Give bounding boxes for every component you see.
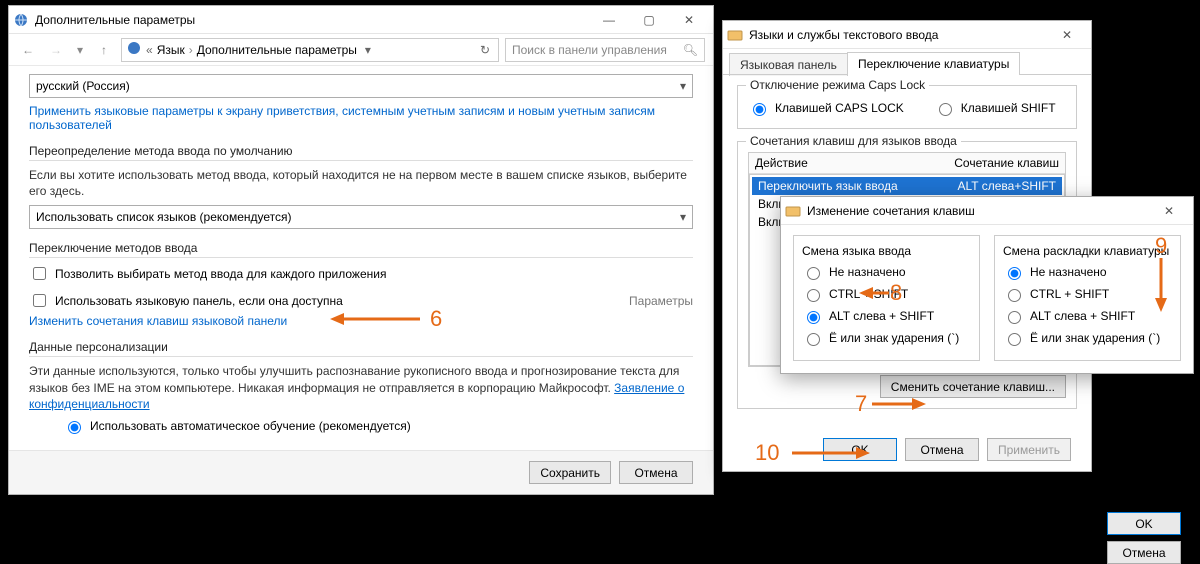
section-override-default: Переопределение метода ввода по умолчани… bbox=[29, 144, 693, 161]
window-title: Изменение сочетания клавиш bbox=[807, 204, 1149, 218]
radio-layout-ctrl-shift[interactable]: CTRL + SHIFT bbox=[1003, 286, 1172, 302]
radio-auto-input[interactable] bbox=[68, 421, 81, 434]
up-button[interactable]: ↑ bbox=[93, 39, 115, 61]
arrow-10 bbox=[792, 444, 872, 465]
group-capslock-legend: Отключение режима Caps Lock bbox=[746, 78, 929, 92]
language-combo[interactable]: русский (Россия) bbox=[29, 74, 693, 98]
radio-lang-accent[interactable]: Ё или знак ударения (`) bbox=[802, 330, 971, 346]
radio-caps-capslock[interactable]: Клавишей CAPS LOCK bbox=[748, 100, 904, 116]
keyboard-icon bbox=[785, 203, 801, 219]
params-link[interactable]: Параметры bbox=[629, 294, 693, 308]
cancel-button[interactable]: Отмена bbox=[619, 461, 693, 484]
checkbox-langbar-input[interactable] bbox=[33, 294, 46, 307]
arrow-7 bbox=[872, 395, 927, 416]
annotation-6: 6 bbox=[430, 306, 442, 332]
tabstrip: Языковая панель Переключение клавиатуры bbox=[723, 49, 1091, 75]
apply-to-welcome-link[interactable]: Применить языковые параметры к экрану пр… bbox=[29, 104, 693, 132]
annotation-8: 8 bbox=[890, 280, 902, 306]
row-action: Переключить язык ввода bbox=[758, 179, 898, 193]
language-icon-small bbox=[126, 40, 142, 59]
arrow-9 bbox=[1152, 258, 1170, 316]
section-switch-methods: Переключение методов ввода bbox=[29, 241, 693, 258]
radio-caps-shift[interactable]: Клавишей SHIFT bbox=[934, 100, 1056, 116]
radio-caps-capslock-input[interactable] bbox=[753, 103, 766, 116]
breadcrumb[interactable]: « Язык Дополнительные параметры ▾ ↻ bbox=[121, 38, 499, 62]
cancel-button-popup[interactable]: Отмена bbox=[1107, 541, 1181, 564]
minimize-button[interactable]: — bbox=[589, 8, 629, 32]
titlebar-advanced: Дополнительные параметры — ▢ ✕ bbox=[9, 6, 713, 34]
radio-lang-alt-shift[interactable]: ALT слева + SHIFT bbox=[802, 308, 971, 324]
keyboard-icon bbox=[727, 27, 743, 43]
radio-lang-none[interactable]: Не назначено bbox=[802, 264, 971, 280]
checkbox-per-app[interactable]: Позволить выбирать метод ввода для каждо… bbox=[29, 264, 693, 283]
radio-caps-capslock-label: Клавишей CAPS LOCK bbox=[775, 101, 904, 115]
checkbox-langbar-label: Использовать языковую панель, если она д… bbox=[55, 294, 343, 308]
close-button[interactable]: ✕ bbox=[669, 8, 709, 32]
crumb-language[interactable]: Язык bbox=[157, 43, 185, 57]
radio-auto-learning[interactable]: Использовать автоматическое обучение (ре… bbox=[63, 418, 693, 434]
titlebar-change-combo: Изменение сочетания клавиш ✕ bbox=[781, 197, 1193, 225]
section-personalization: Данные персонализации bbox=[29, 340, 693, 357]
language-icon bbox=[13, 12, 29, 28]
back-button[interactable]: ← bbox=[17, 39, 39, 61]
caption-buttons: — ▢ ✕ bbox=[589, 8, 709, 32]
maximize-button[interactable]: ▢ bbox=[629, 8, 669, 32]
recent-menu[interactable]: ▾ bbox=[73, 39, 87, 61]
checkbox-per-app-label: Позволить выбирать метод ввода для каждо… bbox=[55, 267, 386, 281]
group-capslock: Отключение режима Caps Lock Клавишей CAP… bbox=[737, 85, 1077, 129]
tab-keyboard-switch[interactable]: Переключение клавиатуры bbox=[847, 52, 1020, 75]
window-title: Языки и службы текстового ввода bbox=[749, 28, 1047, 42]
override-combo[interactable]: Использовать список языков (рекомендуетс… bbox=[29, 205, 693, 229]
chevron-right-icon bbox=[189, 43, 193, 57]
close-button[interactable]: ✕ bbox=[1149, 199, 1189, 223]
override-combo-value: Использовать список языков (рекомендуетс… bbox=[36, 210, 292, 224]
personalization-description: Эти данные используются, только чтобы ул… bbox=[29, 363, 693, 412]
group-hotkeys-legend: Сочетания клавиш для языков ввода bbox=[746, 134, 961, 148]
override-description: Если вы хотите использовать метод ввода,… bbox=[29, 167, 693, 199]
apply-button[interactable]: Применить bbox=[987, 438, 1071, 461]
radio-caps-shift-label: Клавишей SHIFT bbox=[961, 101, 1056, 115]
radio-caps-shift-input[interactable] bbox=[939, 103, 952, 116]
annotation-9: 9 bbox=[1155, 233, 1167, 259]
crumb-advanced[interactable]: Дополнительные параметры bbox=[197, 43, 357, 57]
window-title: Дополнительные параметры bbox=[35, 13, 589, 27]
radio-layout-alt-shift[interactable]: ALT слева + SHIFT bbox=[1003, 308, 1172, 324]
language-combo-value: русский (Россия) bbox=[36, 79, 130, 93]
radio-auto-label: Использовать автоматическое обучение (ре… bbox=[90, 419, 411, 433]
table-row[interactable]: Переключить язык ввода ALT слева+SHIFT bbox=[752, 177, 1062, 195]
tab-language-bar[interactable]: Языковая панель bbox=[729, 53, 848, 76]
ok-button-popup[interactable]: OK bbox=[1107, 512, 1181, 535]
arrow-8 bbox=[859, 284, 891, 305]
row-keys: ALT слева+SHIFT bbox=[958, 179, 1057, 193]
checkbox-langbar[interactable]: Использовать языковую панель, если она д… bbox=[29, 291, 343, 310]
navbar: ← → ▾ ↑ « Язык Дополнительные параметры … bbox=[9, 34, 713, 66]
refresh-button[interactable]: ↻ bbox=[476, 43, 494, 57]
crumb-prefix: « bbox=[146, 43, 153, 57]
col-keys: Сочетание клавиш bbox=[948, 153, 1065, 173]
annotation-7: 7 bbox=[855, 391, 867, 417]
radio-layout-none[interactable]: Не назначено bbox=[1003, 264, 1172, 280]
annotation-10: 10 bbox=[755, 440, 779, 466]
cancel-button[interactable]: Отмена bbox=[905, 438, 979, 461]
search-placeholder: Поиск в панели управления bbox=[512, 43, 667, 57]
titlebar-text-services: Языки и службы текстового ввода ✕ bbox=[723, 21, 1091, 49]
col2-title: Смена раскладки клавиатуры bbox=[1003, 244, 1172, 258]
col-action: Действие bbox=[749, 153, 948, 173]
save-button[interactable]: Сохранить bbox=[529, 461, 611, 484]
arrow-6 bbox=[330, 310, 425, 331]
close-button[interactable]: ✕ bbox=[1047, 23, 1087, 47]
search-icon: 🔍︎ bbox=[683, 43, 698, 57]
addr-dropdown[interactable]: ▾ bbox=[361, 43, 375, 57]
forward-button[interactable]: → bbox=[45, 39, 67, 61]
radio-layout-accent[interactable]: Ё или знак ударения (`) bbox=[1003, 330, 1172, 346]
search-input[interactable]: Поиск в панели управления 🔍︎ bbox=[505, 38, 705, 62]
personal-desc-text: Эти данные используются, только чтобы ул… bbox=[29, 364, 679, 394]
checkbox-per-app-input[interactable] bbox=[33, 267, 46, 280]
col1-title: Смена языка ввода bbox=[802, 244, 971, 258]
